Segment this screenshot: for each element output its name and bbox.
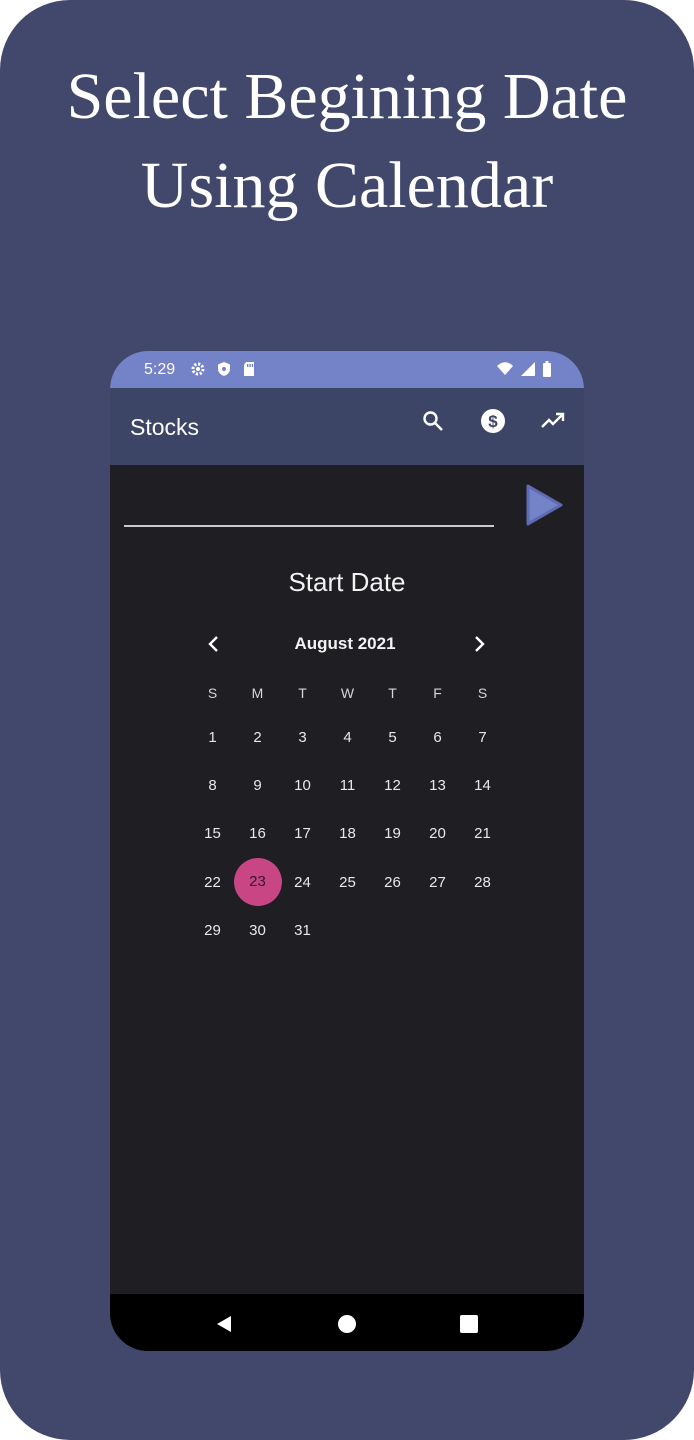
calendar-day[interactable]: 5 xyxy=(370,715,415,760)
calendar-day[interactable]: 27 xyxy=(415,860,460,905)
back-icon xyxy=(214,1316,234,1338)
home-icon xyxy=(337,1315,357,1338)
calendar-day[interactable]: 7 xyxy=(460,715,505,760)
dollar-coin-icon: $ xyxy=(480,408,506,439)
calendar-day[interactable]: 17 xyxy=(280,811,325,856)
trending-up-icon xyxy=(540,408,566,439)
status-bar: 5:29 xyxy=(110,351,584,388)
calendar-week: 22 23 24 25 26 27 28 xyxy=(190,858,505,907)
wifi-icon xyxy=(496,361,514,382)
symbol-input[interactable] xyxy=(124,485,494,527)
calendar-day[interactable]: 13 xyxy=(415,763,460,808)
nav-back-button[interactable] xyxy=(214,1314,234,1339)
svg-text:$: $ xyxy=(488,412,498,431)
calendar-day[interactable]: 11 xyxy=(325,763,370,808)
status-time: 5:29 xyxy=(144,361,176,378)
headline-line-1: Select Begining Date xyxy=(66,60,628,133)
calendar-day[interactable]: 21 xyxy=(460,811,505,856)
main-content: Start Date August 2021 S M T W T F S 1 2… xyxy=(110,465,584,1294)
weekday-label: T xyxy=(298,685,307,701)
calendar-day[interactable]: 2 xyxy=(235,715,280,760)
calendar-week: 1 2 3 4 5 6 7 xyxy=(190,713,505,761)
weekday-label: S xyxy=(477,685,488,701)
calendar-day[interactable]: 18 xyxy=(325,811,370,856)
system-nav-bar xyxy=(110,1294,584,1351)
calendar-day[interactable]: 28 xyxy=(460,860,505,905)
calendar-day[interactable]: 31 xyxy=(280,908,325,953)
search-button[interactable] xyxy=(418,408,448,438)
calendar-title: Start Date xyxy=(288,567,406,597)
app-title: Stocks xyxy=(130,414,200,440)
calendar-week: 15 16 17 18 19 20 21 xyxy=(190,810,505,858)
month-header: August 2021 xyxy=(195,628,495,660)
sd-card-icon xyxy=(242,361,256,382)
calendar-day[interactable]: 4 xyxy=(325,715,370,760)
calendar-grid: S M T W T F S 1 2 3 4 5 6 7 8 9 10 11 12… xyxy=(190,685,505,954)
go-button[interactable] xyxy=(524,483,564,527)
calendar-day[interactable]: 9 xyxy=(235,763,280,808)
chevron-right-icon xyxy=(467,636,491,660)
trending-button[interactable] xyxy=(538,408,568,438)
nav-home-button[interactable] xyxy=(337,1314,357,1339)
phone-screen: 5:29 Stocks $ Start Date August 2021 S M… xyxy=(110,351,584,1351)
calendar-day[interactable]: 8 xyxy=(190,763,235,808)
search-icon xyxy=(421,409,445,438)
calendar-day[interactable]: 29 xyxy=(190,908,235,953)
next-month-button[interactable] xyxy=(467,632,491,656)
weekday-header: S M T W T F S xyxy=(190,685,505,713)
shield-icon xyxy=(216,361,232,382)
gear-icon xyxy=(190,361,206,382)
promo-headline: Select Begining Date Using Calendar xyxy=(0,52,694,230)
weekday-label: S xyxy=(207,685,218,701)
calendar-day[interactable]: 25 xyxy=(325,860,370,905)
weekday-label: T xyxy=(388,685,397,701)
calendar-day[interactable]: 12 xyxy=(370,763,415,808)
headline-line-2: Using Calendar xyxy=(140,149,554,222)
calendar-day[interactable]: 26 xyxy=(370,860,415,905)
calendar-day[interactable]: 19 xyxy=(370,811,415,856)
cell-signal-icon xyxy=(520,361,536,382)
calendar-day[interactable]: 15 xyxy=(190,811,235,856)
weekday-label: M xyxy=(251,685,264,701)
calendar-week: 29 30 31 xyxy=(190,906,505,954)
recents-icon xyxy=(459,1315,479,1338)
weekday-label: W xyxy=(340,685,355,701)
app-bar: Stocks $ xyxy=(110,388,584,465)
calendar-day[interactable]: 20 xyxy=(415,811,460,856)
nav-recents-button[interactable] xyxy=(459,1314,479,1339)
promo-frame: Select Begining Date Using Calendar 5:29 xyxy=(0,0,694,1440)
calendar-day-selected[interactable]: 23 xyxy=(233,858,282,907)
calendar-day[interactable]: 24 xyxy=(280,860,325,905)
play-arrow-icon xyxy=(524,484,564,531)
calendar-day[interactable]: 16 xyxy=(235,811,280,856)
calendar-day[interactable]: 10 xyxy=(280,763,325,808)
calendar-day[interactable]: 6 xyxy=(415,715,460,760)
calendar-day[interactable]: 22 xyxy=(190,860,235,905)
currency-button[interactable]: $ xyxy=(478,408,508,438)
calendar-day[interactable]: 1 xyxy=(190,715,235,760)
battery-icon xyxy=(542,361,552,382)
calendar-day[interactable]: 14 xyxy=(460,763,505,808)
calendar-day[interactable]: 3 xyxy=(280,715,325,760)
weekday-label: F xyxy=(433,685,442,701)
calendar-week: 8 9 10 11 12 13 14 xyxy=(190,761,505,809)
month-label: August 2021 xyxy=(294,634,396,653)
calendar-day[interactable]: 30 xyxy=(235,908,280,953)
